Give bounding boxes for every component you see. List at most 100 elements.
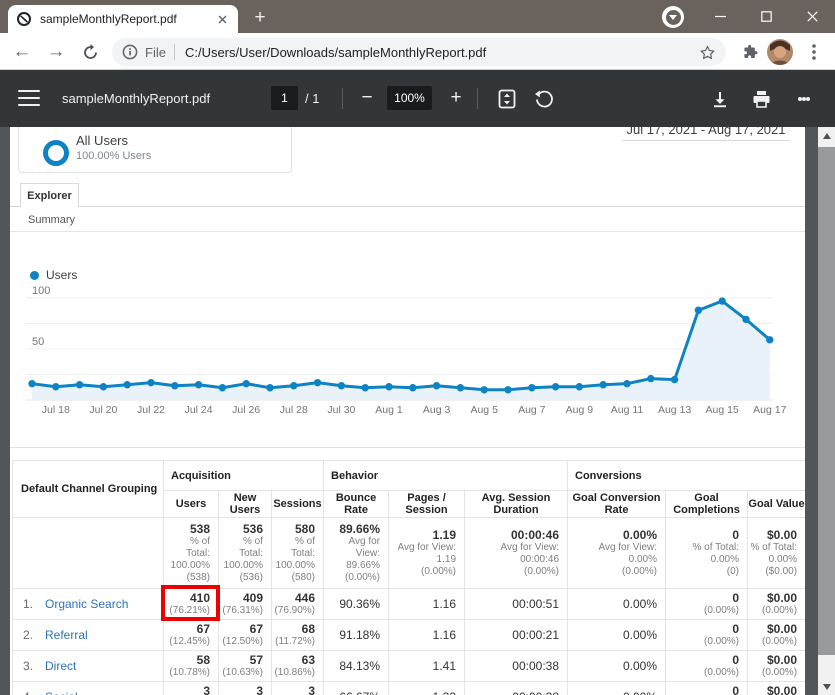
toolbar-divider [477,88,478,109]
channel-link[interactable]: Direct [45,659,76,673]
download-button[interactable] [708,87,732,111]
column-header-metric[interactable]: Goal Completions [666,491,748,518]
metric-cell: 0.00% [568,620,666,651]
metric-cell: 00:00:38 [465,651,568,682]
data-point[interactable] [266,384,273,391]
data-point[interactable] [290,382,297,389]
toolbar-divider [342,88,343,109]
totals-cell: 00:00:46Avg for View:00:00:46(0.00%) [465,518,568,589]
data-point[interactable] [719,297,726,304]
subtab-summary[interactable]: Summary [28,214,75,226]
pdf-document-title: sampleMonthlyReport.pdf [62,91,210,106]
metric-cell: 0(0.00%) [666,589,748,620]
column-header-metric[interactable]: Users [164,491,219,518]
x-axis-tick: Aug 1 [375,404,403,416]
data-point[interactable] [28,380,35,387]
group-header: Conversions [568,461,805,491]
data-point[interactable] [195,381,202,388]
date-range[interactable]: Jul 17, 2021 - Aug 17, 2021 [622,127,790,141]
scroll-up-icon[interactable] [818,127,835,144]
scroll-down-icon[interactable] [818,678,835,695]
row-rank: 4. [23,690,45,695]
data-point[interactable] [76,381,83,388]
data-point[interactable] [623,380,630,387]
data-point[interactable] [147,379,154,386]
scrollbar-thumb[interactable] [818,147,835,655]
metric-cell: $0.00(0.00%) [748,682,805,695]
pdf-favicon-icon [16,11,32,27]
forward-button[interactable]: → [42,38,70,66]
bookmark-star-icon[interactable] [699,44,716,61]
channel-cell: 2.Referral [13,620,164,651]
fit-to-page-button[interactable] [495,87,519,111]
profile-avatar[interactable] [767,39,793,65]
browser-tab[interactable]: sampleMonthlyReport.pdf [8,5,238,33]
data-point[interactable] [528,384,535,391]
group-header: Acquisition [164,461,324,491]
tab-explorer[interactable]: Explorer [20,183,79,207]
channel-link[interactable]: Referral [45,628,88,642]
page-info-icon[interactable] [122,44,138,60]
metric-cell: 66.67% [324,682,389,695]
channel-link[interactable]: Social [45,690,78,695]
column-header-metric[interactable]: Bounce Rate [324,491,389,518]
column-header-metric[interactable]: Avg. Session Duration [465,491,568,518]
data-point[interactable] [504,386,511,393]
zoom-in-button[interactable]: + [444,87,468,111]
metric-cell: 0(0.00%) [666,620,748,651]
data-point[interactable] [576,383,583,390]
data-point[interactable] [409,384,416,391]
data-point[interactable] [171,382,178,389]
x-axis-tick: Jul 18 [42,404,70,416]
zoom-level-input[interactable]: 100% [387,86,432,110]
data-point[interactable] [481,386,488,393]
data-point[interactable] [600,381,607,388]
url-text: C:/Users/User/Downloads/sampleMonthlyRep… [185,45,699,60]
data-point[interactable] [243,380,250,387]
column-header-metric[interactable]: Pages / Session [389,491,465,518]
page-number-input[interactable]: 1 [271,86,298,110]
minimize-button[interactable] [697,0,743,33]
maximize-button[interactable] [743,0,789,33]
channel-link[interactable]: Organic Search [45,597,128,611]
column-header-metric[interactable]: Goal Conversion Rate [568,491,666,518]
data-point[interactable] [671,376,678,383]
browser-menu-kebab-icon[interactable] [801,39,827,65]
new-tab-button[interactable]: + [248,6,272,30]
data-point[interactable] [457,384,464,391]
address-bar[interactable]: File C:/Users/User/Downloads/sampleMonth… [112,38,726,66]
metric-cell: 1.33 [389,682,465,695]
column-header-metric[interactable]: Goal Value [748,491,805,518]
pdf-more-options-kebab-icon[interactable] [792,87,816,111]
data-point[interactable] [100,383,107,390]
rotate-button[interactable] [532,87,556,111]
data-point[interactable] [552,383,559,390]
segment-card[interactable]: All Users 100.00% Users [18,127,292,173]
data-point[interactable] [695,307,702,314]
data-point[interactable] [219,384,226,391]
pdf-menu-icon[interactable] [18,90,40,111]
reload-button[interactable] [76,38,104,66]
column-header-metric[interactable]: Sessions [272,491,324,518]
data-point[interactable] [647,375,654,382]
data-point[interactable] [385,383,392,390]
data-point[interactable] [124,381,131,388]
pdf-scrollbar[interactable] [818,127,835,695]
close-button[interactable] [789,0,835,33]
data-point[interactable] [433,382,440,389]
column-header-dimension[interactable]: Default Channel Grouping [13,461,164,518]
data-point[interactable] [362,384,369,391]
tab-close-icon[interactable] [214,11,230,27]
print-button[interactable] [749,87,773,111]
tab-strip: sampleMonthlyReport.pdf + [0,0,835,33]
extensions-puzzle-icon[interactable] [737,39,763,65]
zoom-out-button[interactable]: − [355,87,379,111]
data-point[interactable] [52,383,59,390]
tab-search-button[interactable] [662,6,684,28]
data-point[interactable] [314,379,321,386]
data-point[interactable] [766,336,773,343]
column-header-metric[interactable]: New Users [219,491,272,518]
data-point[interactable] [338,382,345,389]
data-point[interactable] [742,316,749,323]
back-button[interactable]: ← [8,38,36,66]
